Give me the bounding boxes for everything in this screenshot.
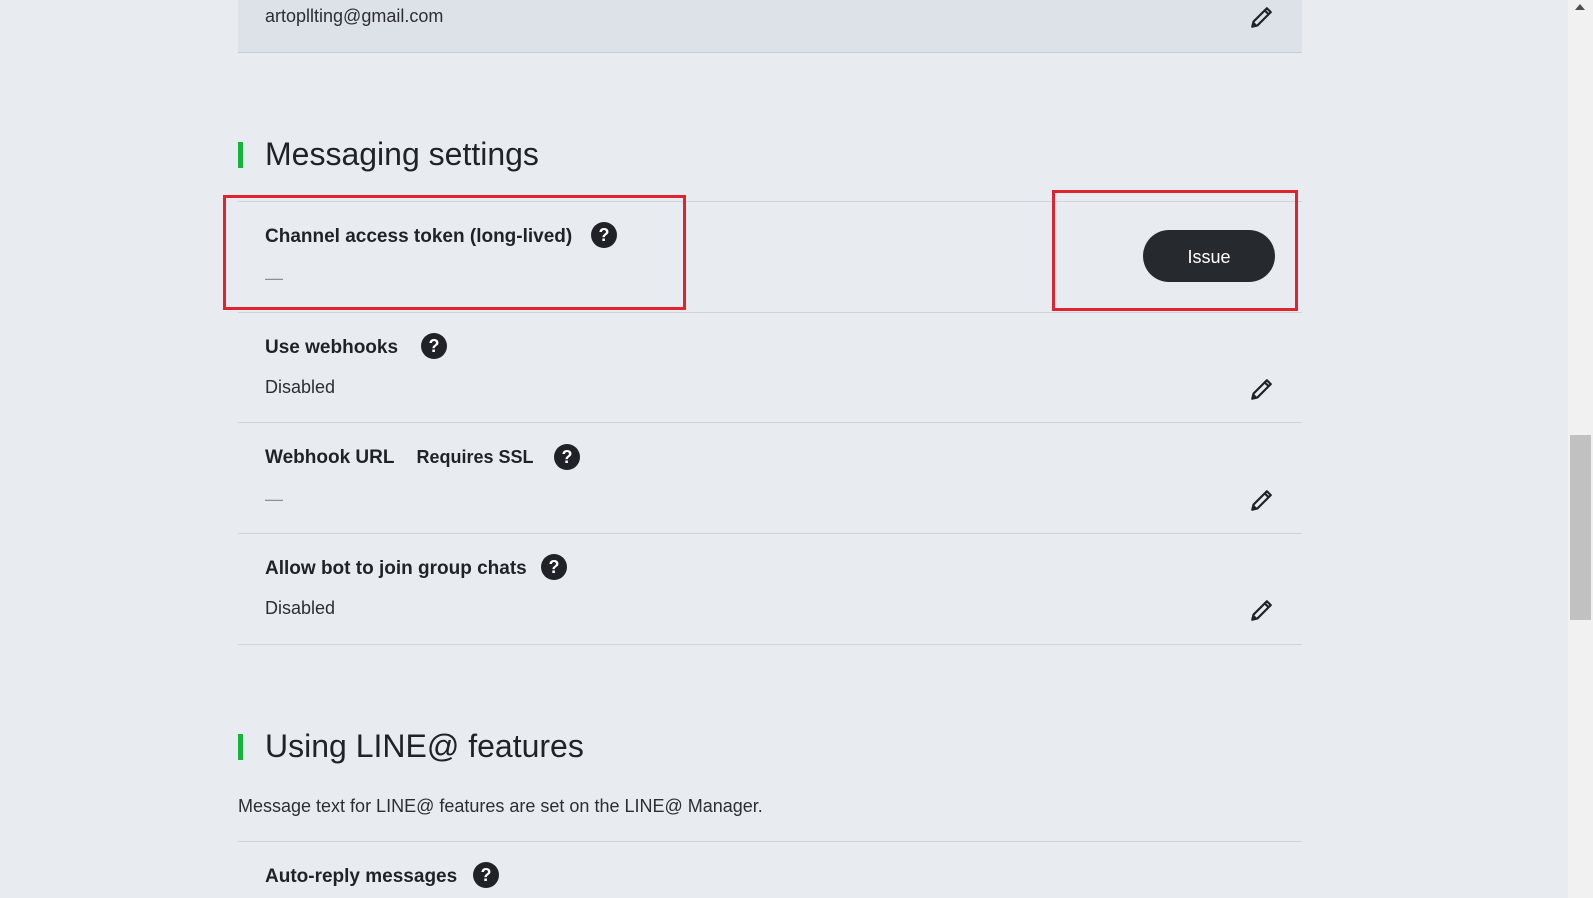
channel-access-token-value: — — [265, 268, 283, 288]
webhook-url-value: — — [265, 489, 283, 509]
scrollbar[interactable] — [1568, 0, 1593, 898]
page: artopllting@gmail.com Messaging settings… — [0, 0, 1593, 898]
email-value: artopllting@gmail.com — [265, 6, 444, 26]
row-divider — [238, 644, 1302, 645]
scroll-up-arrow-icon[interactable] — [1575, 4, 1585, 10]
webhook-url-help-icon[interactable]: ? — [554, 444, 580, 470]
group-chats-help-icon[interactable]: ? — [541, 554, 567, 580]
use-webhooks-help-icon[interactable]: ? — [421, 333, 447, 359]
email-row: artopllting@gmail.com — [238, 0, 1302, 53]
section-accent-bar — [238, 734, 243, 760]
webhook-url-row: Webhook URL Requires SSL ? — — [238, 422, 1302, 533]
channel-access-token-label: Channel access token (long-lived) — [265, 226, 573, 247]
webhook-url-label-group: Webhook URL Requires SSL — [265, 447, 534, 469]
edit-webhook-url-pencil-icon[interactable] — [1249, 487, 1275, 513]
section-accent-bar — [238, 142, 243, 168]
channel-access-token-help-icon[interactable]: ? — [591, 222, 617, 248]
auto-reply-help-icon[interactable]: ? — [473, 862, 499, 888]
use-webhooks-value: Disabled — [265, 377, 336, 397]
edit-email-pencil-icon[interactable] — [1249, 4, 1275, 30]
group-chats-value: Disabled — [265, 598, 336, 618]
use-webhooks-label: Use webhooks — [265, 337, 399, 358]
line-features-title: Using LINE@ features — [265, 728, 584, 764]
webhook-url-label: Webhook URL — [265, 447, 395, 468]
group-chats-row: Allow bot to join group chats ? Disabled — [238, 533, 1302, 644]
requires-ssl-label: Requires SSL — [416, 447, 534, 467]
channel-access-token-row: Channel access token (long-lived) ? — Is… — [238, 201, 1302, 312]
line-features-description: Message text for LINE@ features are set … — [238, 796, 763, 816]
scrollbar-thumb[interactable] — [1570, 435, 1591, 620]
group-chats-label: Allow bot to join group chats — [265, 558, 527, 579]
edit-webhooks-pencil-icon[interactable] — [1249, 376, 1275, 402]
use-webhooks-row: Use webhooks ? Disabled — [238, 312, 1302, 423]
auto-reply-row: Auto-reply messages ? — [238, 841, 1302, 898]
messaging-settings-title: Messaging settings — [265, 136, 539, 172]
auto-reply-label: Auto-reply messages — [265, 866, 458, 887]
edit-group-chats-pencil-icon[interactable] — [1249, 597, 1275, 623]
issue-button[interactable]: Issue — [1143, 230, 1275, 282]
